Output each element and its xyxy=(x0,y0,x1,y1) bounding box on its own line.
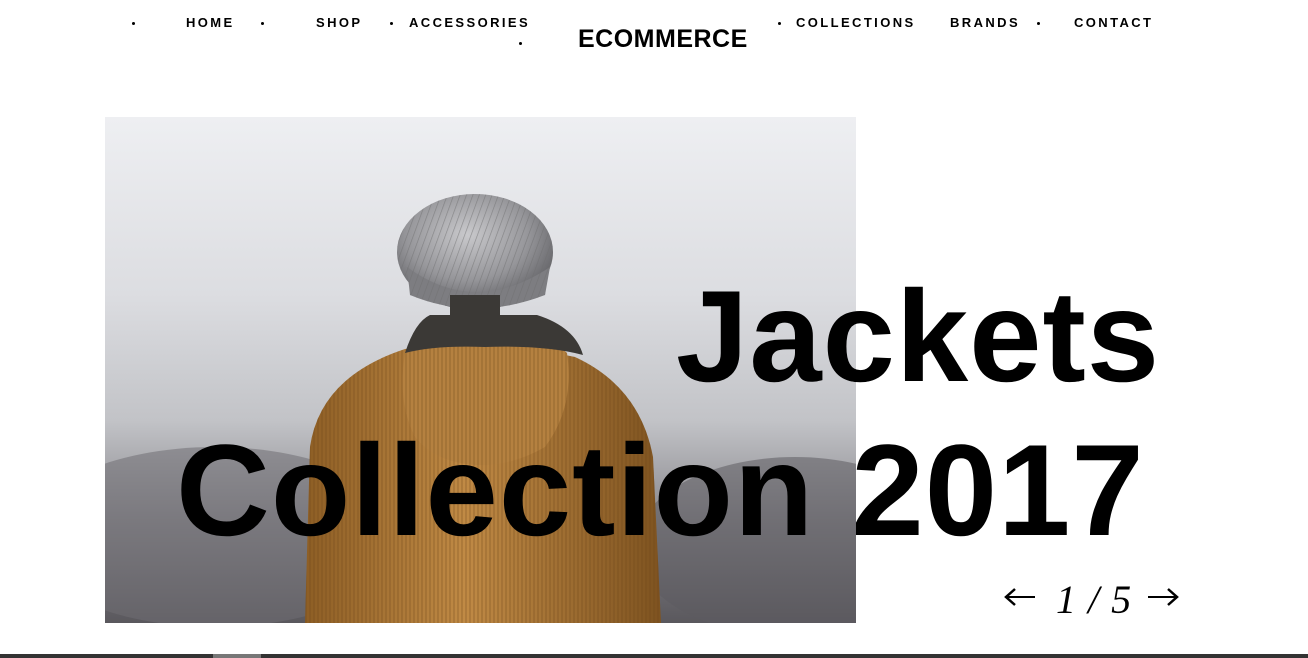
nav-collections-link[interactable]: COLLECTIONS xyxy=(796,15,916,30)
nav-brands-link[interactable]: BRANDS xyxy=(950,15,1020,30)
nav-home-link[interactable]: HOME xyxy=(186,15,235,30)
hero-headline-line2: Collection 2017 xyxy=(176,417,1145,563)
bottom-scrollbar-thumb[interactable] xyxy=(213,654,261,658)
nav-bullet xyxy=(519,42,522,45)
arrow-left-icon[interactable] xyxy=(1004,585,1036,614)
nav-bullet xyxy=(261,22,264,25)
nav-bullet xyxy=(132,22,135,25)
nav-bullet xyxy=(778,22,781,25)
slide-counter: 1 / 5 xyxy=(1056,577,1133,622)
nav-accessories-link[interactable]: ACCESSORIES xyxy=(409,15,530,30)
nav-bullet xyxy=(1037,22,1040,25)
site-logo[interactable]: ECOMMERCE xyxy=(578,25,748,54)
nav-bullet xyxy=(390,22,393,25)
nav-contact-link[interactable]: CONTACT xyxy=(1074,15,1153,30)
bottom-scrollbar[interactable] xyxy=(0,654,1308,658)
hero-headline-line1: Jackets xyxy=(676,263,1161,409)
arrow-right-icon[interactable] xyxy=(1147,585,1179,614)
nav-shop-link[interactable]: SHOP xyxy=(316,15,362,30)
